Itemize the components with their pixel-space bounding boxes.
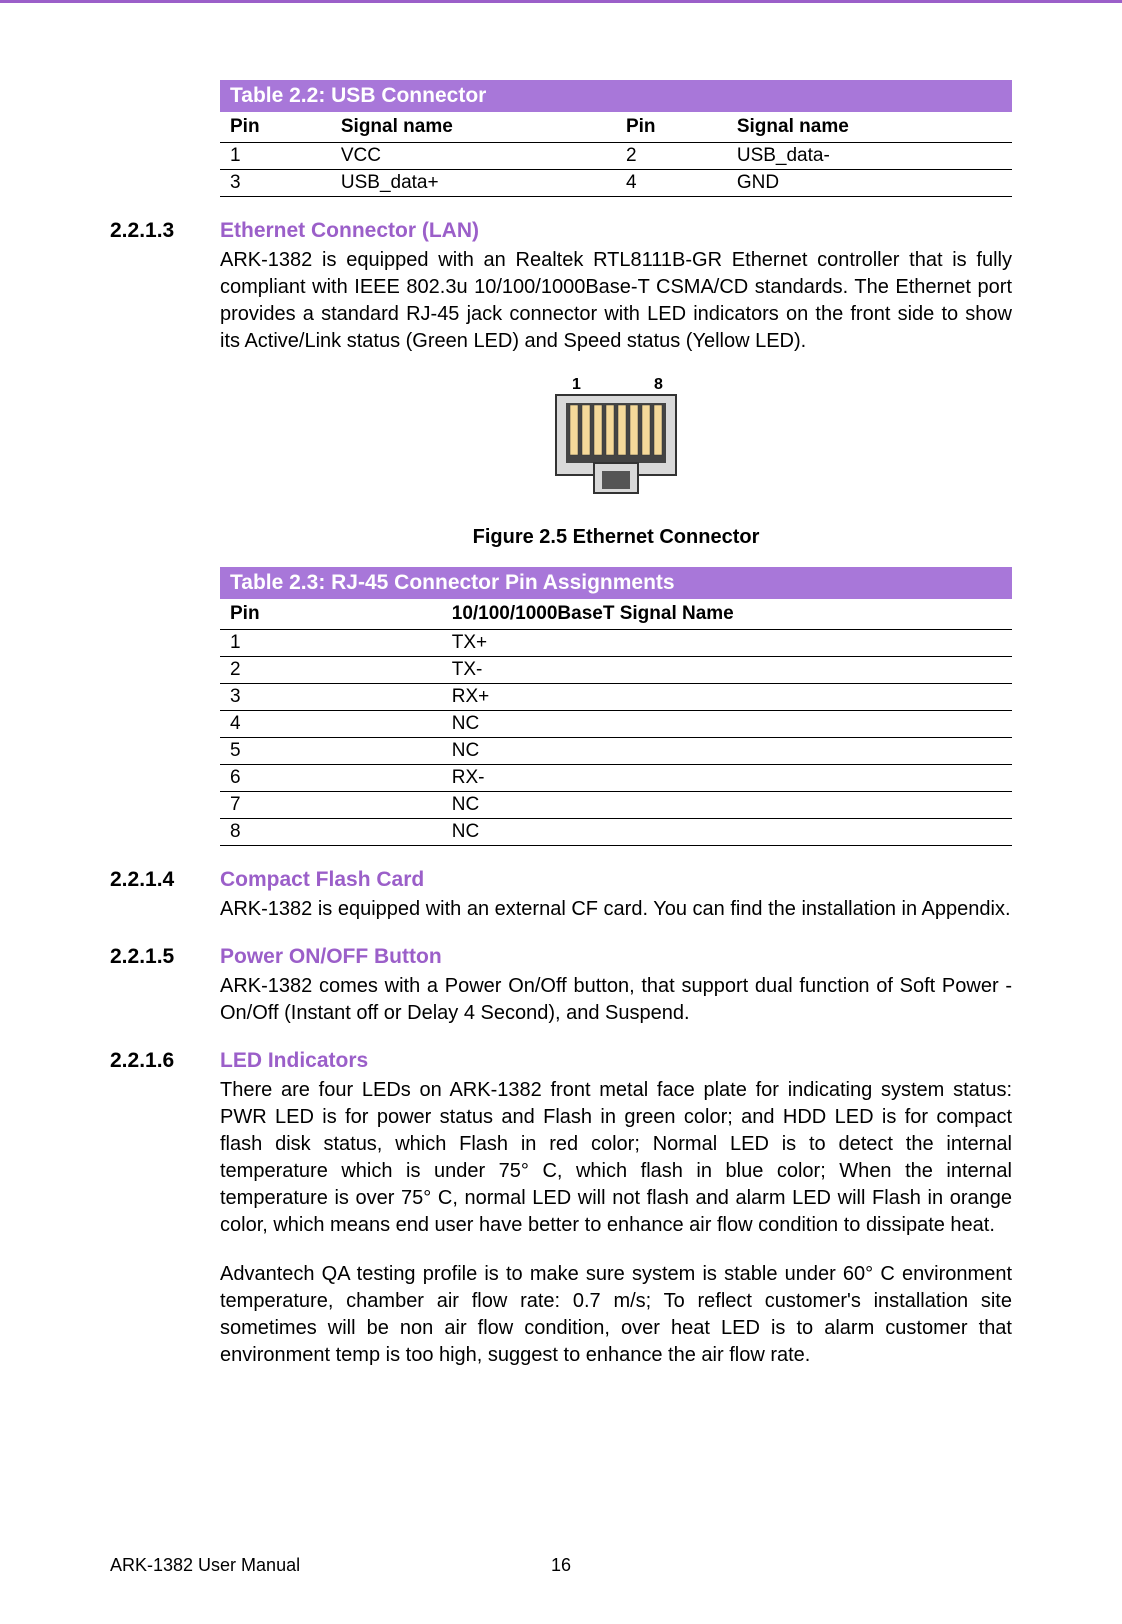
- cell: 4: [220, 711, 442, 738]
- page-body: Table 2.2: USB Connector Pin Signal name…: [0, 0, 1122, 1429]
- cell: 7: [220, 792, 442, 819]
- pin-label-1: 1: [572, 376, 581, 393]
- section-body: ARK-1382 is equipped with an Realtek RTL…: [220, 247, 1012, 355]
- section-2-2-1-5: 2.2.1.5 Power ON/OFF Button ARK-1382 com…: [110, 945, 1012, 1027]
- table-row: 2TX-: [220, 657, 1012, 684]
- table-2-3-title: Table 2.3: RJ-45 Connector Pin Assignmen…: [220, 567, 1012, 599]
- cell: RX-: [442, 765, 1012, 792]
- table-row: 5NC: [220, 738, 1012, 765]
- col-header: Pin: [220, 599, 442, 630]
- cell: TX+: [442, 630, 1012, 657]
- table-2-2: Table 2.2: USB Connector Pin Signal name…: [220, 80, 1012, 197]
- footer-page-number: 16: [551, 1555, 571, 1576]
- section-number: 2.2.1.5: [110, 945, 220, 969]
- cell: NC: [442, 792, 1012, 819]
- cell: 5: [220, 738, 442, 765]
- cell: NC: [442, 738, 1012, 765]
- table-row: 7NC: [220, 792, 1012, 819]
- col-header: Signal name: [331, 112, 616, 143]
- table-header-row: Pin Signal name Pin Signal name: [220, 112, 1012, 143]
- section-title: LED Indicators: [220, 1049, 368, 1073]
- table-row: 3RX+: [220, 684, 1012, 711]
- cell: 1: [220, 630, 442, 657]
- cell: 1: [220, 143, 331, 170]
- table-row: 4NC: [220, 711, 1012, 738]
- cell: NC: [442, 819, 1012, 846]
- col-header: Signal name: [727, 112, 1012, 143]
- table-row: 6RX-: [220, 765, 1012, 792]
- figure-2-5: 1 8: [220, 375, 1012, 520]
- section-body: ARK-1382 is equipped with an external CF…: [220, 896, 1012, 923]
- section-2-2-1-6: 2.2.1.6 LED Indicators There are four LE…: [110, 1049, 1012, 1369]
- cell: 2: [220, 657, 442, 684]
- cell: USB_data+: [331, 170, 616, 197]
- section-number: 2.2.1.3: [110, 219, 220, 243]
- section-number: 2.2.1.6: [110, 1049, 220, 1073]
- rj45-connector-icon: 1 8: [536, 375, 696, 515]
- table-row: 1 VCC 2 USB_data-: [220, 143, 1012, 170]
- table-row: 1TX+: [220, 630, 1012, 657]
- cell: 8: [220, 819, 442, 846]
- table-row: 3 USB_data+ 4 GND: [220, 170, 1012, 197]
- pin-label-8: 8: [654, 376, 663, 393]
- cell: 3: [220, 684, 442, 711]
- section-2-2-1-4: 2.2.1.4 Compact Flash Card ARK-1382 is e…: [110, 868, 1012, 923]
- table-2-2-grid: Pin Signal name Pin Signal name 1 VCC 2 …: [220, 112, 1012, 197]
- cell: 3: [220, 170, 331, 197]
- cell: GND: [727, 170, 1012, 197]
- cell: VCC: [331, 143, 616, 170]
- col-header: Pin: [220, 112, 331, 143]
- section-body: There are four LEDs on ARK-1382 front me…: [220, 1077, 1012, 1239]
- section-body: Advantech QA testing profile is to make …: [220, 1261, 1012, 1369]
- section-title: Power ON/OFF Button: [220, 945, 442, 969]
- cell: 4: [616, 170, 727, 197]
- top-accent-rule: [0, 0, 1122, 3]
- section-number: 2.2.1.4: [110, 868, 220, 892]
- cell: USB_data-: [727, 143, 1012, 170]
- table-2-2-title: Table 2.2: USB Connector: [220, 80, 1012, 112]
- section-title: Ethernet Connector (LAN): [220, 219, 479, 243]
- section-title: Compact Flash Card: [220, 868, 424, 892]
- section-2-2-1-3: 2.2.1.3 Ethernet Connector (LAN) ARK-138…: [110, 219, 1012, 355]
- cell: 2: [616, 143, 727, 170]
- col-header: 10/100/1000BaseT Signal Name: [442, 599, 1012, 630]
- cell: NC: [442, 711, 1012, 738]
- section-body: ARK-1382 comes with a Power On/Off butto…: [220, 973, 1012, 1027]
- table-2-3-grid: Pin 10/100/1000BaseT Signal Name 1TX+ 2T…: [220, 599, 1012, 846]
- cell: 6: [220, 765, 442, 792]
- table-row: 8NC: [220, 819, 1012, 846]
- figure-caption: Figure 2.5 Ethernet Connector: [220, 526, 1012, 549]
- page-footer: ARK-1382 User Manual 16: [110, 1555, 1012, 1576]
- table-2-3: Table 2.3: RJ-45 Connector Pin Assignmen…: [220, 567, 1012, 846]
- table-header-row: Pin 10/100/1000BaseT Signal Name: [220, 599, 1012, 630]
- cell: RX+: [442, 684, 1012, 711]
- col-header: Pin: [616, 112, 727, 143]
- cell: TX-: [442, 657, 1012, 684]
